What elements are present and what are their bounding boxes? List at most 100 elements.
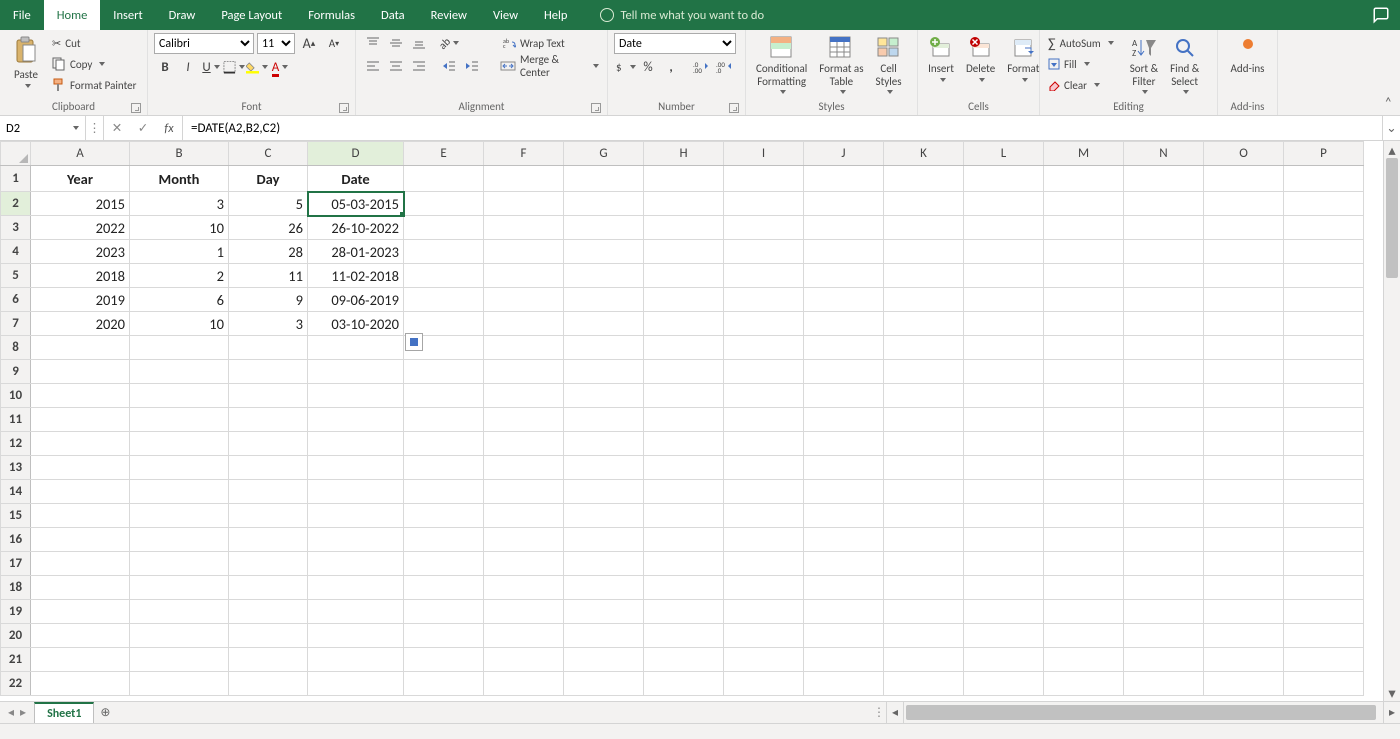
collapse-ribbon-icon[interactable]: ˄: [1384, 94, 1392, 111]
cell-K12[interactable]: [884, 432, 964, 456]
cell-F14[interactable]: [484, 480, 564, 504]
cell-L20[interactable]: [964, 624, 1044, 648]
cell-D12[interactable]: [308, 432, 404, 456]
cell-C9[interactable]: [229, 360, 308, 384]
cell-L8[interactable]: [964, 336, 1044, 360]
cell-G16[interactable]: [564, 528, 644, 552]
row-header-15[interactable]: 15: [1, 504, 31, 528]
cell-B18[interactable]: [130, 576, 229, 600]
cell-A13[interactable]: [31, 456, 130, 480]
cell-O1[interactable]: [1204, 166, 1284, 192]
cell-O7[interactable]: [1204, 312, 1284, 336]
row-header-22[interactable]: 22: [1, 672, 31, 696]
cell-E21[interactable]: [404, 648, 484, 672]
cell-G12[interactable]: [564, 432, 644, 456]
row-header-1[interactable]: 1: [1, 166, 31, 192]
row-header-9[interactable]: 9: [1, 360, 31, 384]
cell-L7[interactable]: [964, 312, 1044, 336]
cell-O14[interactable]: [1204, 480, 1284, 504]
menu-tab-help[interactable]: Help: [531, 0, 580, 30]
cell-J22[interactable]: [804, 672, 884, 696]
cut-button[interactable]: ✂ Cut: [50, 33, 138, 53]
cell-I15[interactable]: [724, 504, 804, 528]
cell-M18[interactable]: [1044, 576, 1124, 600]
cell-B5[interactable]: 2: [130, 264, 229, 288]
cancel-formula-icon[interactable]: ✕: [104, 120, 130, 136]
cell-A17[interactable]: [31, 552, 130, 576]
cell-C18[interactable]: [229, 576, 308, 600]
row-header-5[interactable]: 5: [1, 264, 31, 288]
row-header-13[interactable]: 13: [1, 456, 31, 480]
cell-G15[interactable]: [564, 504, 644, 528]
col-header-I[interactable]: I: [724, 142, 804, 166]
cell-N4[interactable]: [1124, 240, 1204, 264]
cell-K22[interactable]: [884, 672, 964, 696]
sort-filter-button[interactable]: AZ Sort & Filter: [1126, 33, 1162, 96]
cell-O10[interactable]: [1204, 384, 1284, 408]
cell-E6[interactable]: [404, 288, 484, 312]
cell-J14[interactable]: [804, 480, 884, 504]
cell-I12[interactable]: [724, 432, 804, 456]
cell-I1[interactable]: [724, 166, 804, 192]
cell-O3[interactable]: [1204, 216, 1284, 240]
cell-D18[interactable]: [308, 576, 404, 600]
cell-H1[interactable]: [644, 166, 724, 192]
cell-O18[interactable]: [1204, 576, 1284, 600]
cell-E7[interactable]: [404, 312, 484, 336]
cell-E5[interactable]: [404, 264, 484, 288]
cell-F15[interactable]: [484, 504, 564, 528]
cell-H20[interactable]: [644, 624, 724, 648]
cell-B19[interactable]: [130, 600, 229, 624]
cell-J10[interactable]: [804, 384, 884, 408]
cell-J1[interactable]: [804, 166, 884, 192]
cell-C20[interactable]: [229, 624, 308, 648]
cell-D15[interactable]: [308, 504, 404, 528]
cell-O19[interactable]: [1204, 600, 1284, 624]
cell-F22[interactable]: [484, 672, 564, 696]
cell-H17[interactable]: [644, 552, 724, 576]
cell-L12[interactable]: [964, 432, 1044, 456]
cell-I18[interactable]: [724, 576, 804, 600]
cell-E3[interactable]: [404, 216, 484, 240]
cell-J12[interactable]: [804, 432, 884, 456]
cell-O13[interactable]: [1204, 456, 1284, 480]
cell-I5[interactable]: [724, 264, 804, 288]
spreadsheet-grid[interactable]: ABCDEFGHIJKLMNOP1YearMonthDayDate2201535…: [0, 141, 1400, 701]
cell-L14[interactable]: [964, 480, 1044, 504]
cell-A9[interactable]: [31, 360, 130, 384]
cell-I2[interactable]: [724, 192, 804, 216]
cell-L6[interactable]: [964, 288, 1044, 312]
accounting-format-button[interactable]: $: [614, 57, 636, 77]
cell-F10[interactable]: [484, 384, 564, 408]
align-top-icon[interactable]: [362, 33, 384, 53]
cell-P18[interactable]: [1284, 576, 1364, 600]
cell-L21[interactable]: [964, 648, 1044, 672]
cell-C5[interactable]: 11: [229, 264, 308, 288]
cell-N19[interactable]: [1124, 600, 1204, 624]
cell-P7[interactable]: [1284, 312, 1364, 336]
cell-B21[interactable]: [130, 648, 229, 672]
cell-A21[interactable]: [31, 648, 130, 672]
cell-A3[interactable]: 2022: [31, 216, 130, 240]
percent-format-button[interactable]: %: [637, 57, 659, 77]
cell-M9[interactable]: [1044, 360, 1124, 384]
tab-scroll-first-icon[interactable]: ◂: [8, 705, 14, 720]
cell-L15[interactable]: [964, 504, 1044, 528]
cell-G21[interactable]: [564, 648, 644, 672]
cell-G17[interactable]: [564, 552, 644, 576]
cell-F16[interactable]: [484, 528, 564, 552]
new-sheet-button[interactable]: ⊕: [94, 702, 116, 723]
insert-function-icon[interactable]: fx: [156, 121, 182, 136]
cell-A4[interactable]: 2023: [31, 240, 130, 264]
cell-H21[interactable]: [644, 648, 724, 672]
cell-D21[interactable]: [308, 648, 404, 672]
cell-J11[interactable]: [804, 408, 884, 432]
cell-F2[interactable]: [484, 192, 564, 216]
cell-G1[interactable]: [564, 166, 644, 192]
cell-M6[interactable]: [1044, 288, 1124, 312]
row-header-11[interactable]: 11: [1, 408, 31, 432]
cell-K17[interactable]: [884, 552, 964, 576]
cell-F20[interactable]: [484, 624, 564, 648]
cell-E16[interactable]: [404, 528, 484, 552]
find-select-button[interactable]: Find & Select: [1166, 33, 1203, 96]
